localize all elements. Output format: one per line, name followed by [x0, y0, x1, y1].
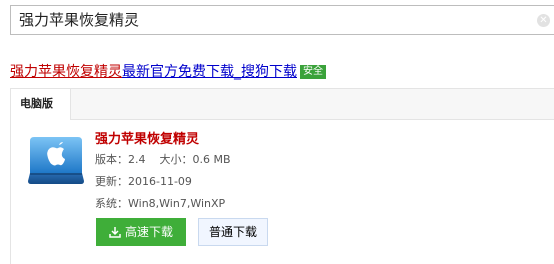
download-card: 电脑版 强力苹果恢复精灵 版本：2.4 大小：0.6 MB 更新：2016-11…	[10, 88, 554, 264]
result-title-keyword[interactable]: 强力苹果恢复精灵	[10, 64, 122, 80]
update-date-text: 更新：2016-11-09	[95, 175, 192, 188]
result-title-link[interactable]: 最新官方免费下载_搜狗下载	[122, 64, 297, 80]
result-title[interactable]: 强力苹果恢复精灵最新官方免费下载_搜狗下载 安全	[10, 61, 326, 81]
tab-bar: 电脑版	[11, 89, 554, 120]
fast-download-button[interactable]: 高速下载	[96, 218, 186, 246]
app-name[interactable]: 强力苹果恢复精灵	[95, 128, 199, 147]
normal-download-button[interactable]: 普通下载	[198, 218, 268, 246]
close-icon[interactable]: ✕	[537, 14, 550, 27]
search-box[interactable]: 强力苹果恢复精灵 ✕	[10, 5, 554, 35]
version-size-line: 版本：2.4 大小：0.6 MB	[95, 151, 231, 167]
safe-badge: 安全	[300, 65, 326, 79]
size-text: 大小：0.6 MB	[159, 153, 231, 166]
search-input[interactable]: 强力苹果恢复精灵	[19, 6, 139, 34]
system-text: 系统：Win8,Win7,WinXP	[95, 197, 226, 210]
version-text: 版本：2.4	[95, 153, 146, 166]
apple-drive-icon[interactable]	[24, 133, 88, 187]
fast-download-label: 高速下载	[124, 225, 173, 239]
tab-pc-version[interactable]: 电脑版	[11, 89, 71, 120]
download-icon	[109, 227, 121, 238]
search-result-page: 强力苹果恢复精灵 ✕ 强力苹果恢复精灵最新官方免费下载_搜狗下载安全 电脑版	[0, 0, 554, 264]
